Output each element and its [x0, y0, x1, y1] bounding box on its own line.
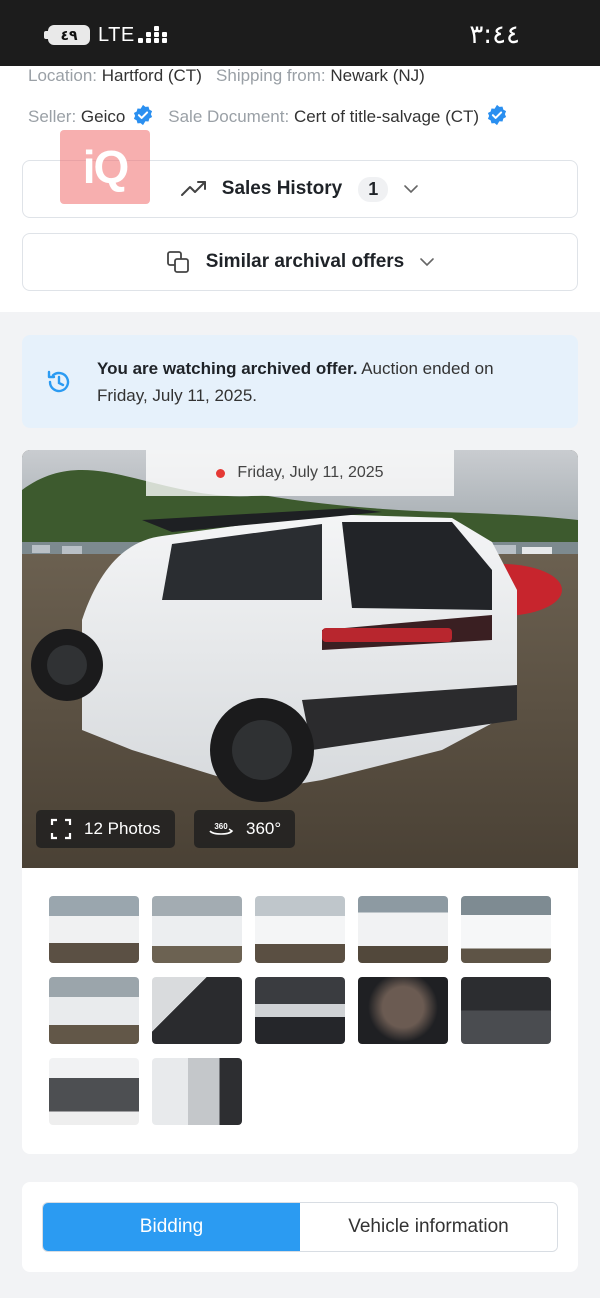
thumbnail-front-right[interactable]: [255, 896, 345, 963]
thumbnail-interior-airbag[interactable]: [152, 977, 242, 1044]
thumbnail-front[interactable]: [461, 896, 551, 963]
photo-gallery: Friday, July 11, 2025 12 Photos 360 360°: [22, 450, 578, 1154]
trending-up-icon: [180, 181, 206, 196]
thumbnail-front-right-close[interactable]: [358, 896, 448, 963]
thumbnail-engine[interactable]: [49, 1058, 139, 1125]
network-type: LTE: [98, 24, 135, 46]
status-bar: ٤٩ LTE ٣:٤٤: [0, 0, 600, 66]
auction-date-tag: Friday, July 11, 2025: [146, 450, 454, 496]
sale-document-value: Cert of title-salvage (CT): [293, 107, 480, 126]
thumbnail-door-label[interactable]: [152, 1058, 242, 1125]
tab-bidding[interactable]: Bidding: [43, 1203, 300, 1251]
seller-label: Seller:: [28, 107, 77, 126]
detail-tabs: Bidding Vehicle information: [42, 1202, 558, 1252]
location-row: Location: Hartford (CT) Shipping from: N…: [28, 66, 425, 86]
sale-document-label: Sale Document:: [168, 107, 290, 126]
fullscreen-icon: [50, 818, 72, 840]
thumbnail-rear-left[interactable]: [152, 896, 242, 963]
photos-count: 12 Photos: [84, 819, 161, 838]
thumbnail-infotainment[interactable]: [358, 977, 448, 1044]
tab-vehicle-information[interactable]: Vehicle information: [300, 1203, 557, 1251]
battery-icon: ٤٩: [48, 25, 90, 45]
location-value: Hartford (CT): [101, 66, 202, 85]
archived-notice: You are watching archived offer. Auction…: [22, 335, 578, 428]
copy-icon: [166, 251, 189, 273]
thumbnail-rear[interactable]: [49, 977, 139, 1044]
chevron-down-icon: [404, 185, 419, 194]
photos-button[interactable]: 12 Photos: [36, 810, 175, 848]
chevron-down-icon: [420, 258, 435, 267]
detail-tabs-card: Bidding Vehicle information: [22, 1182, 578, 1272]
thumbnail-rear-seats[interactable]: [461, 977, 551, 1044]
rotate-360-icon: 360: [209, 822, 234, 835]
verified-icon: [487, 104, 506, 126]
similar-offers-label: Similar archival offers: [205, 251, 405, 272]
auction-date: Friday, July 11, 2025: [237, 464, 384, 481]
live-dot-icon: [216, 468, 226, 478]
verified-icon: [134, 104, 153, 126]
sales-history-label: Sales History: [221, 178, 343, 199]
thumbnail-dashboard[interactable]: [255, 977, 345, 1044]
archived-notice-text: You are watching archived offer. Auction…: [97, 355, 517, 409]
archived-notice-bold: You are watching archived offer.: [97, 359, 358, 378]
similar-offers-button[interactable]: Similar archival offers: [22, 233, 578, 291]
vehicle-photo-image: [22, 450, 578, 868]
thumbnail-front-left[interactable]: [49, 896, 139, 963]
iq-watermark-logo: iQ: [60, 130, 150, 204]
shipping-label: Shipping from:: [216, 66, 326, 85]
view-360-button[interactable]: 360 360°: [194, 810, 296, 848]
sales-history-count: 1: [358, 176, 389, 202]
seller-value: Geico: [80, 107, 126, 126]
signal-icon: [138, 26, 170, 46]
seller-row: Seller: Geico Sale Document: Cert of tit…: [28, 104, 508, 127]
history-icon: [47, 370, 70, 393]
lot-info-card: Location: Hartford (CT) Shipping from: N…: [0, 66, 600, 312]
svg-text:360: 360: [214, 822, 228, 831]
shipping-value: Newark (NJ): [330, 66, 425, 85]
clock: ٣:٤٤: [469, 20, 520, 50]
location-label: Location:: [28, 66, 97, 85]
main-vehicle-photo[interactable]: Friday, July 11, 2025 12 Photos 360 360°: [22, 450, 578, 868]
view-360-label: 360°: [246, 819, 282, 838]
